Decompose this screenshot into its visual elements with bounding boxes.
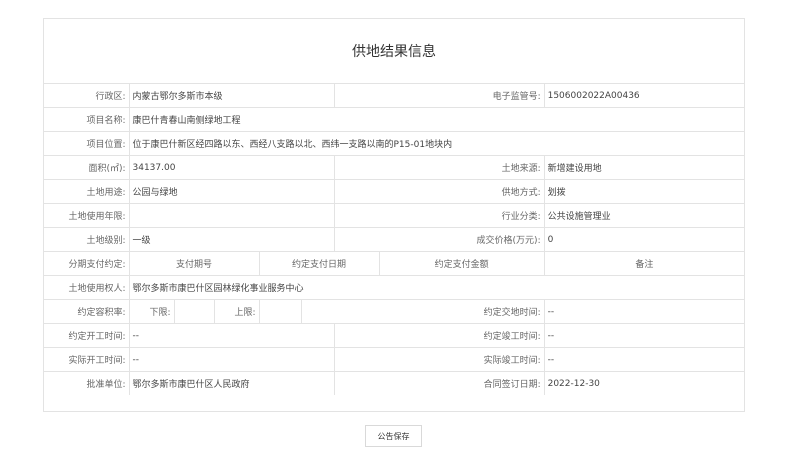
actual-completion-label: 实际竣工时间: (333, 347, 545, 372)
actual-completion-value: -- (543, 347, 745, 372)
agreed-completion-value: -- (543, 323, 745, 348)
land-grade-value: 一级 (128, 227, 335, 252)
project-name-value: 康巴什青春山南侧绿地工程 (128, 107, 745, 132)
table-row: 行政区: 内蒙古鄂尔多斯市本级 电子监管号: 1506002022A00436 (44, 84, 745, 108)
table-row: 面积(㎡): 34137.00 土地来源: 新增建设用地 (44, 155, 745, 180)
land-user-value: 鄂尔多斯市康巴什区园林绿化事业服务中心 (128, 275, 745, 300)
agreed-start-label: 约定开工时间: (44, 323, 130, 348)
page-title: 供地结果信息 (44, 19, 744, 84)
actual-start-value: -- (128, 347, 335, 372)
installment-header-date: 约定支付日期 (258, 251, 380, 276)
far-label: 约定容积率: (44, 299, 130, 324)
table-row: 项目名称: 康巴什青春山南侧绿地工程 (44, 107, 745, 132)
far-upper-label: 上限: (213, 299, 260, 324)
installment-header-period: 支付期号 (128, 251, 260, 276)
installment-header-remark: 备注 (543, 251, 745, 276)
installment-header-amount: 约定支付金额 (378, 251, 545, 276)
agreed-completion-label: 约定竣工时间: (333, 323, 545, 348)
price-value: 0 (543, 227, 745, 252)
contract-date-label: 合同签订日期: (333, 371, 545, 395)
far-upper-value (258, 299, 302, 324)
industry-value: 公共设施管理业 (543, 203, 745, 228)
agreed-start-value: -- (128, 323, 335, 348)
table-row: 土地使用权人: 鄂尔多斯市康巴什区园林绿化事业服务中心 (44, 275, 745, 300)
table-row: 约定容积率: 下限: 上限: 约定交地时间: -- (44, 299, 745, 324)
actual-start-label: 实际开工时间: (44, 347, 130, 372)
supply-method-value: 划拨 (543, 179, 745, 204)
supply-method-label: 供地方式: (333, 179, 545, 204)
far-lower-label: 下限: (128, 299, 175, 324)
table-row: 项目位置: 位于康巴什新区经四路以东、西经八支路以北、西纬一支路以南的P15-0… (44, 131, 745, 156)
installment-label: 分期支付约定: (44, 251, 130, 276)
delivery-time-label: 约定交地时间: (300, 299, 545, 324)
use-term-label: 土地使用年限: (44, 203, 130, 228)
area-value: 34137.00 (128, 155, 335, 180)
e-supervision-label: 电子监管号: (333, 84, 545, 108)
district-value: 内蒙古鄂尔多斯市本级 (128, 84, 335, 108)
table-row: 土地用途: 公园与绿地 供地方式: 划拨 (44, 179, 745, 204)
land-source-value: 新增建设用地 (543, 155, 745, 180)
table-row: 批准单位: 鄂尔多斯市康巴什区人民政府 合同签订日期: 2022-12-30 (44, 371, 745, 395)
table-row: 土地使用年限: 行业分类: 公共设施管理业 (44, 203, 745, 228)
district-label: 行政区: (44, 84, 130, 108)
save-announcement-button[interactable]: 公告保存 (365, 425, 422, 447)
land-user-label: 土地使用权人: (44, 275, 130, 300)
table-row: 约定开工时间: -- 约定竣工时间: -- (44, 323, 745, 348)
use-term-value (128, 203, 335, 228)
approval-label: 批准单位: (44, 371, 130, 395)
price-label: 成交价格(万元): (333, 227, 545, 252)
project-location-value: 位于康巴什新区经四路以东、西经八支路以北、西纬一支路以南的P15-01地块内 (128, 131, 745, 156)
industry-label: 行业分类: (333, 203, 545, 228)
contract-date-value: 2022-12-30 (543, 371, 745, 395)
land-supply-result-panel: 供地结果信息 行政区: 内蒙古鄂尔多斯市本级 电子监管号: 1506002022… (43, 18, 745, 412)
project-location-label: 项目位置: (44, 131, 130, 156)
table-row: 土地级别: 一级 成交价格(万元): 0 (44, 227, 745, 252)
delivery-time-value: -- (543, 299, 745, 324)
land-grade-label: 土地级别: (44, 227, 130, 252)
table-row: 分期支付约定: 支付期号 约定支付日期 约定支付金额 备注 (44, 251, 745, 276)
land-source-label: 土地来源: (333, 155, 545, 180)
area-label: 面积(㎡): (44, 155, 130, 180)
e-supervision-value: 1506002022A00436 (543, 84, 745, 108)
land-use-value: 公园与绿地 (128, 179, 335, 204)
project-name-label: 项目名称: (44, 107, 130, 132)
approval-value: 鄂尔多斯市康巴什区人民政府 (128, 371, 335, 395)
land-use-label: 土地用途: (44, 179, 130, 204)
land-supply-table: 行政区: 内蒙古鄂尔多斯市本级 电子监管号: 1506002022A00436 … (44, 84, 745, 395)
far-lower-value (173, 299, 215, 324)
table-row: 实际开工时间: -- 实际竣工时间: -- (44, 347, 745, 372)
